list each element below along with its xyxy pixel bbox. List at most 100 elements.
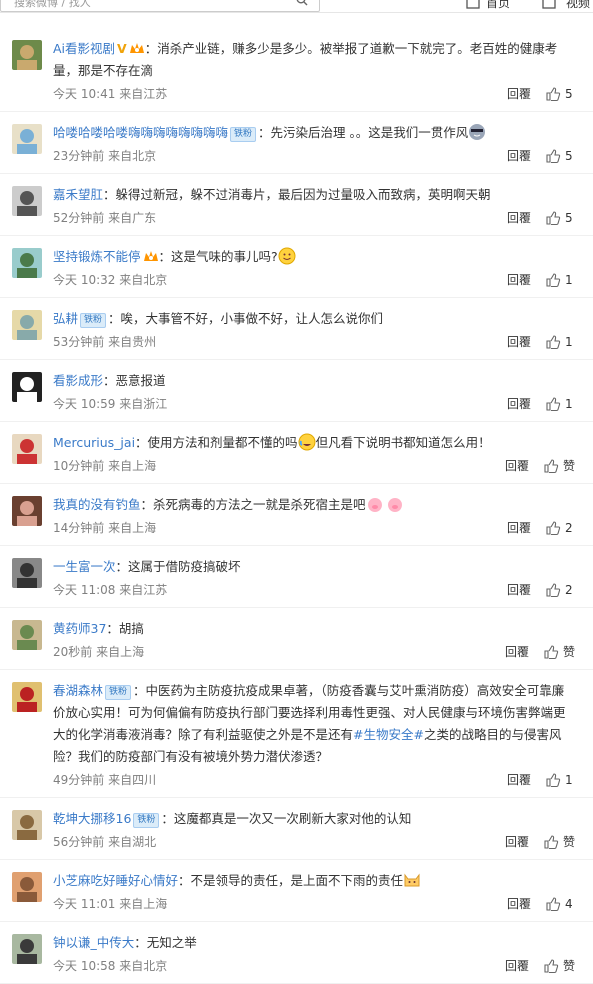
fan-badge[interactable]: 铁粉 — [133, 813, 160, 828]
comment-meta: 52分钟前 来自广东 回覆 5 — [53, 207, 575, 229]
reply-button[interactable]: 回覆 — [507, 893, 531, 915]
like-button[interactable]: 5 — [545, 207, 575, 229]
comment-text: 钟以谦_中传大：无知之举 — [53, 932, 575, 954]
comment-actions: 回覆 1 — [507, 769, 575, 791]
like-count: 2 — [565, 583, 573, 597]
fan-badge[interactable]: 铁粉 — [105, 685, 132, 700]
like-button[interactable]: 5 — [545, 83, 575, 105]
location: 来自四川 — [108, 773, 157, 787]
username-link[interactable]: 春湖森林 — [53, 683, 103, 698]
video-icon[interactable] — [542, 0, 556, 9]
like-button[interactable]: 1 — [545, 269, 575, 291]
avatar[interactable] — [12, 248, 42, 278]
reply-button[interactable]: 回覆 — [507, 207, 531, 229]
username-link[interactable]: Ai看影视剧 — [53, 41, 115, 56]
comment-actions: 回覆 赞 — [505, 641, 575, 663]
username-link[interactable]: Mercurius_jai — [53, 435, 135, 450]
reply-button[interactable]: 回覆 — [507, 145, 531, 167]
avatar[interactable] — [12, 434, 42, 464]
home-icon[interactable] — [466, 0, 480, 9]
reply-button[interactable]: 回覆 — [507, 331, 531, 353]
comment-meta: 今天 10:58 来自北京 回覆 赞 — [53, 955, 575, 977]
comment-text: 小芝麻吃好睡好心情好：不是领导的责任，是上面不下雨的责任 — [53, 870, 575, 892]
reply-button[interactable]: 回覆 — [505, 455, 529, 477]
avatar[interactable] — [12, 934, 42, 964]
like-button[interactable]: 2 — [545, 579, 575, 601]
thumbs-up-icon — [546, 897, 561, 912]
comment-actions: 回覆 5 — [507, 207, 575, 229]
fan-badge[interactable]: 铁粉 — [230, 127, 257, 142]
like-button[interactable]: 2 — [545, 517, 575, 539]
avatar[interactable] — [12, 810, 42, 840]
fan-badge[interactable]: 铁粉 — [80, 313, 107, 328]
pig-emoji-icon — [367, 498, 402, 512]
comment-item: 弘耕 铁粉 ：唉，大事管不好，小事做不好，让人怎么说你们 53分钟前 来自贵州 回覆 1 — [0, 298, 593, 360]
username-link[interactable]: 坚持锻炼不能停 — [53, 249, 141, 264]
like-button[interactable]: 4 — [545, 893, 575, 915]
avatar[interactable] — [12, 310, 42, 340]
username-link[interactable]: 乾坤大挪移16 — [53, 811, 131, 826]
username-link[interactable]: 嘉禾望肛 — [53, 187, 103, 202]
avatar[interactable] — [12, 558, 42, 588]
username-link[interactable]: 黄药师37 — [53, 621, 106, 636]
avatar[interactable] — [12, 620, 42, 650]
comment-meta: 23分钟前 来自北京 回覆 5 — [53, 145, 575, 167]
username-link[interactable]: 我真的没有钓鱼 — [53, 497, 141, 512]
location: 来自湖北 — [108, 835, 157, 849]
reply-button[interactable]: 回覆 — [507, 393, 531, 415]
username-link[interactable]: 一生富一次 — [53, 559, 116, 574]
like-button[interactable]: 赞 — [543, 641, 575, 663]
reply-button[interactable]: 回覆 — [507, 517, 531, 539]
avatar[interactable] — [12, 40, 42, 70]
vip-crown-icon — [129, 43, 144, 53]
avatar[interactable] — [12, 124, 42, 154]
username-link[interactable]: 钟以谦_中传大 — [53, 935, 134, 950]
reply-button[interactable]: 回覆 — [505, 641, 529, 663]
location: 来自上海 — [108, 459, 157, 473]
like-button[interactable]: 1 — [545, 393, 575, 415]
thumbs-up-icon — [546, 273, 561, 288]
home-link[interactable]: 首页 — [486, 0, 510, 11]
username-link[interactable]: 哈喽哈喽哈喽嗨嗨嗨嗨嗨嗨嗨嗨 — [53, 125, 228, 140]
avatar[interactable] — [12, 372, 42, 402]
hashtag-link[interactable]: #生物安全# — [353, 727, 424, 742]
timestamp: 今天 10:58 — [53, 959, 116, 973]
like-button[interactable]: 1 — [545, 331, 575, 353]
comment-text: 春湖森林 铁粉 ：中医药为主防疫抗疫成果卓著，（防疫香囊与艾叶熏消防疫）高效安全可靠… — [53, 680, 575, 768]
username-link[interactable]: 看影成形 — [53, 373, 103, 388]
comment-actions: 回覆 1 — [507, 331, 575, 353]
reply-button[interactable]: 回覆 — [507, 269, 531, 291]
location: 来自北京 — [108, 149, 157, 163]
comment-meta: 14分钟前 来自上海 回覆 2 — [53, 517, 575, 539]
comment-content: ：杀死病毒的方法之一就是杀死宿主是吧 — [140, 497, 366, 512]
username-link[interactable]: 弘耕 — [53, 311, 78, 326]
username-link[interactable]: 小芝麻吃好睡好心情好 — [53, 873, 178, 888]
comment-meta: 今天 10:41 来自江苏 回覆 5 — [53, 83, 575, 105]
reply-button[interactable]: 回覆 — [507, 769, 531, 791]
like-button[interactable]: 赞 — [543, 955, 575, 977]
avatar[interactable] — [12, 872, 42, 902]
avatar[interactable] — [12, 682, 42, 712]
comment-content: ：这是气味的事儿吗? — [158, 249, 278, 264]
reply-button[interactable]: 回覆 — [507, 83, 531, 105]
avatar[interactable] — [12, 186, 42, 216]
comment-text: Mercurius_jai：使用方法和剂量都不懂的吗 但凡看下说明书都知道怎么用！ — [53, 432, 575, 454]
comment-content: ：使用方法和剂量都不懂的吗 — [135, 435, 298, 450]
cat-emoji-icon — [404, 873, 420, 887]
reply-button[interactable]: 回覆 — [505, 955, 529, 977]
comment-actions: 回覆 赞 — [505, 955, 575, 977]
like-button[interactable]: 赞 — [543, 831, 575, 853]
location: 来自北京 — [119, 273, 168, 287]
search-icon[interactable] — [296, 0, 308, 6]
avatar[interactable] — [12, 496, 42, 526]
like-button[interactable]: 5 — [545, 145, 575, 167]
comment-text: 一生富一次：这属于借防疫搞破坏 — [53, 556, 575, 578]
reply-button[interactable]: 回覆 — [505, 831, 529, 853]
video-link[interactable]: 视频 — [566, 0, 590, 11]
search-placeholder: 搜索微博 / 找人 — [14, 0, 91, 9]
comment-actions: 回覆 4 — [507, 893, 575, 915]
comment-text: 弘耕 铁粉 ：唉，大事管不好，小事做不好，让人怎么说你们 — [53, 308, 575, 330]
reply-button[interactable]: 回覆 — [507, 579, 531, 601]
like-button[interactable]: 赞 — [543, 455, 575, 477]
like-button[interactable]: 1 — [545, 769, 575, 791]
